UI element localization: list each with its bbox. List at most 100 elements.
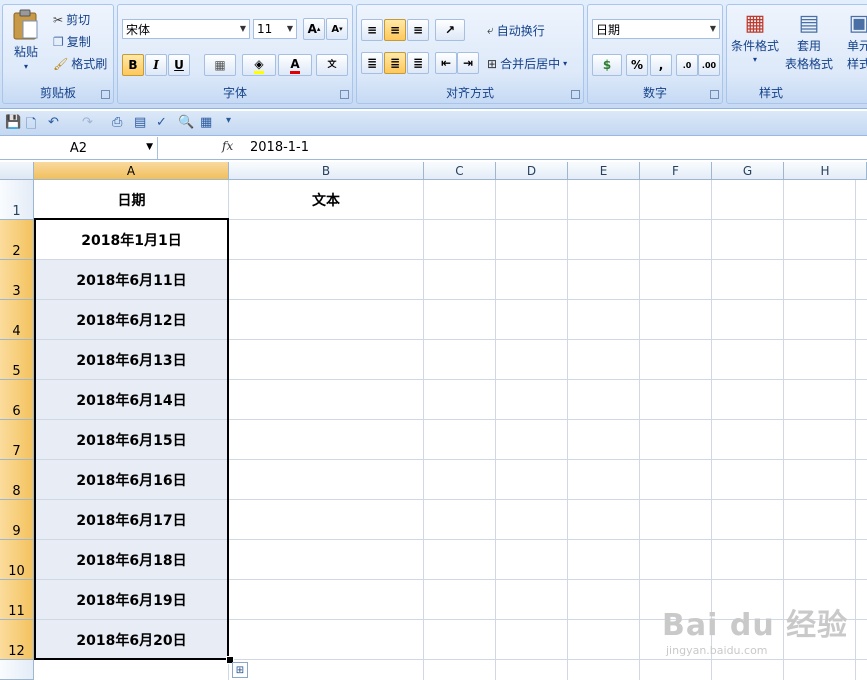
bold-button[interactable]: B	[122, 54, 144, 76]
cell-a6[interactable]: 2018年6月14日	[35, 380, 228, 419]
ribbon: 粘贴 ▾ ✂ 剪切 ❐ 复制 🖌 格式刷 剪贴板 宋体 ▼ 11 ▼ A ▴ A ▾…	[0, 0, 867, 109]
row-header-6[interactable]: 6	[0, 380, 34, 420]
zoom-icon[interactable]: 🔍	[178, 115, 194, 130]
row-header-5[interactable]: 5	[0, 340, 34, 380]
cell-a1[interactable]: 日期	[35, 180, 228, 219]
cut-button[interactable]: ✂ 剪切	[53, 11, 90, 28]
grow-font-button[interactable]: A ▴	[303, 18, 325, 40]
cell-a2[interactable]: 2018年1月1日	[35, 220, 228, 259]
cell-a9[interactable]: 2018年6月17日	[35, 500, 228, 539]
column-header-e[interactable]: E	[568, 162, 640, 180]
save-icon[interactable]: 💾	[5, 115, 21, 130]
paste-button[interactable]: 粘贴 ▾	[11, 9, 41, 71]
align-bottom-button[interactable]: ≡	[407, 19, 429, 41]
row-header-8[interactable]: 8	[0, 460, 34, 500]
align-center-button[interactable]: ≣	[384, 52, 406, 74]
column-header-a[interactable]: A	[34, 162, 229, 180]
row-header-11[interactable]: 11	[0, 580, 34, 620]
fill-color-button[interactable]: ◈	[242, 54, 276, 76]
dialog-launcher-icon[interactable]	[340, 90, 349, 99]
redo-icon[interactable]: ↷	[82, 115, 93, 130]
cell-a12[interactable]: 2018年6月20日	[35, 620, 228, 659]
italic-button[interactable]: I	[145, 54, 167, 76]
dialog-launcher-icon[interactable]	[710, 90, 719, 99]
row-header-3[interactable]: 3	[0, 260, 34, 300]
borders-qat-icon[interactable]: ▦	[200, 115, 212, 130]
font-color-button[interactable]: A	[278, 54, 312, 76]
cell-a11[interactable]: 2018年6月19日	[35, 580, 228, 619]
percent-button[interactable]: %	[626, 54, 648, 76]
column-header-f[interactable]: F	[640, 162, 712, 180]
cell-styles-label-1: 单元	[847, 39, 867, 53]
wrap-text-button[interactable]: ⤶ 自动换行	[487, 22, 545, 39]
phonetic-button[interactable]: 文	[316, 54, 348, 76]
new-icon[interactable]: 🗋	[26, 115, 36, 137]
name-box-value: A2	[69, 140, 88, 156]
cell-a8[interactable]: 2018年6月16日	[35, 460, 228, 499]
cell-styles-button[interactable]: ▣ 单元 样式	[847, 11, 867, 72]
decrease-indent-button[interactable]: ⇤	[435, 52, 457, 74]
form-icon[interactable]: ▤	[134, 115, 146, 130]
cell-a4[interactable]: 2018年6月12日	[35, 300, 228, 339]
format-as-table-label-1: 套用	[797, 39, 822, 53]
phonetic-icon: 文	[327, 59, 337, 70]
increase-indent-button[interactable]: ⇥	[457, 52, 479, 74]
cell-a10[interactable]: 2018年6月18日	[35, 540, 228, 579]
cell-b1[interactable]: 文本	[229, 180, 423, 219]
decrease-decimal-button[interactable]: .00	[698, 54, 720, 76]
styles-group-label: 样式	[758, 86, 783, 100]
orientation-icon: ↗	[444, 23, 456, 37]
increase-decimal-button[interactable]: .0	[676, 54, 698, 76]
row-header-1[interactable]: 1	[0, 180, 34, 220]
spelling-icon[interactable]: ✓	[156, 115, 167, 130]
align-right-button[interactable]: ≣	[407, 52, 429, 74]
column-header-c[interactable]: C	[424, 162, 496, 180]
cell-a5[interactable]: 2018年6月13日	[35, 340, 228, 379]
dialog-launcher-icon[interactable]	[571, 90, 580, 99]
cell-a7[interactable]: 2018年6月15日	[35, 420, 228, 459]
borders-button[interactable]: ▦	[204, 54, 236, 76]
select-all-button[interactable]	[0, 162, 34, 180]
underline-button[interactable]: U	[168, 54, 190, 76]
accounting-format-button[interactable]: $	[592, 54, 622, 76]
align-left-button[interactable]: ≣	[361, 52, 383, 74]
row-header-13[interactable]	[0, 660, 34, 680]
cell-styles-label-2: 样式	[847, 57, 867, 71]
undo-icon[interactable]: ↶	[48, 115, 59, 130]
dialog-launcher-icon[interactable]	[101, 90, 110, 99]
column-header-d[interactable]: D	[496, 162, 568, 180]
row-header-4[interactable]: 4	[0, 300, 34, 340]
alignment-group: ≡ ≡ ≡ ↗ ⤶ 自动换行 ≣ ≣ ≣ ⇤ ⇥ ⊞ 合并后居中 ▾ 对齐方式	[356, 4, 584, 104]
comma-button[interactable]: ,	[650, 54, 672, 76]
customize-qat-icon[interactable]: ▾	[226, 115, 231, 126]
shrink-font-button[interactable]: A ▾	[326, 18, 348, 40]
clipboard-group: 粘贴 ▾ ✂ 剪切 ❐ 复制 🖌 格式刷 剪贴板	[2, 4, 114, 104]
merge-center-button[interactable]: ⊞ 合并后居中 ▾	[487, 55, 567, 72]
chevron-down-icon: ▾	[563, 59, 568, 68]
row-header-10[interactable]: 10	[0, 540, 34, 580]
print-preview-icon[interactable]: ⎙	[112, 115, 122, 130]
align-top-button[interactable]: ≡	[361, 19, 383, 41]
font-name-select[interactable]: 宋体 ▼	[122, 19, 250, 39]
format-painter-button[interactable]: 🖌 格式刷	[53, 55, 107, 72]
row-header-7[interactable]: 7	[0, 420, 34, 460]
conditional-format-button[interactable]: ▦ 条件格式 ▾	[731, 11, 779, 64]
font-size-select[interactable]: 11 ▼	[253, 19, 297, 39]
number-format-select[interactable]: 日期 ▼	[592, 19, 720, 39]
row-header-2[interactable]: 2	[0, 220, 34, 260]
formula-input[interactable]: 2018-1-1	[250, 140, 309, 155]
format-as-table-button[interactable]: ▤ 套用 表格格式	[785, 11, 833, 72]
auto-fill-options-icon[interactable]: ⊞	[232, 662, 248, 678]
column-header-h[interactable]: H	[784, 162, 867, 180]
chevron-down-icon: ▼	[286, 24, 293, 33]
row-header-12[interactable]: 12	[0, 620, 34, 660]
column-header-b[interactable]: B	[229, 162, 424, 180]
row-header-9[interactable]: 9	[0, 500, 34, 540]
name-box[interactable]: A2 ▼	[0, 137, 158, 159]
align-middle-button[interactable]: ≡	[384, 19, 406, 41]
cell-a3[interactable]: 2018年6月11日	[35, 260, 228, 299]
orientation-button[interactable]: ↗	[435, 19, 465, 41]
column-header-g[interactable]: G	[712, 162, 784, 180]
insert-function-button[interactable]: fx	[222, 139, 233, 153]
copy-button[interactable]: ❐ 复制	[53, 33, 91, 50]
